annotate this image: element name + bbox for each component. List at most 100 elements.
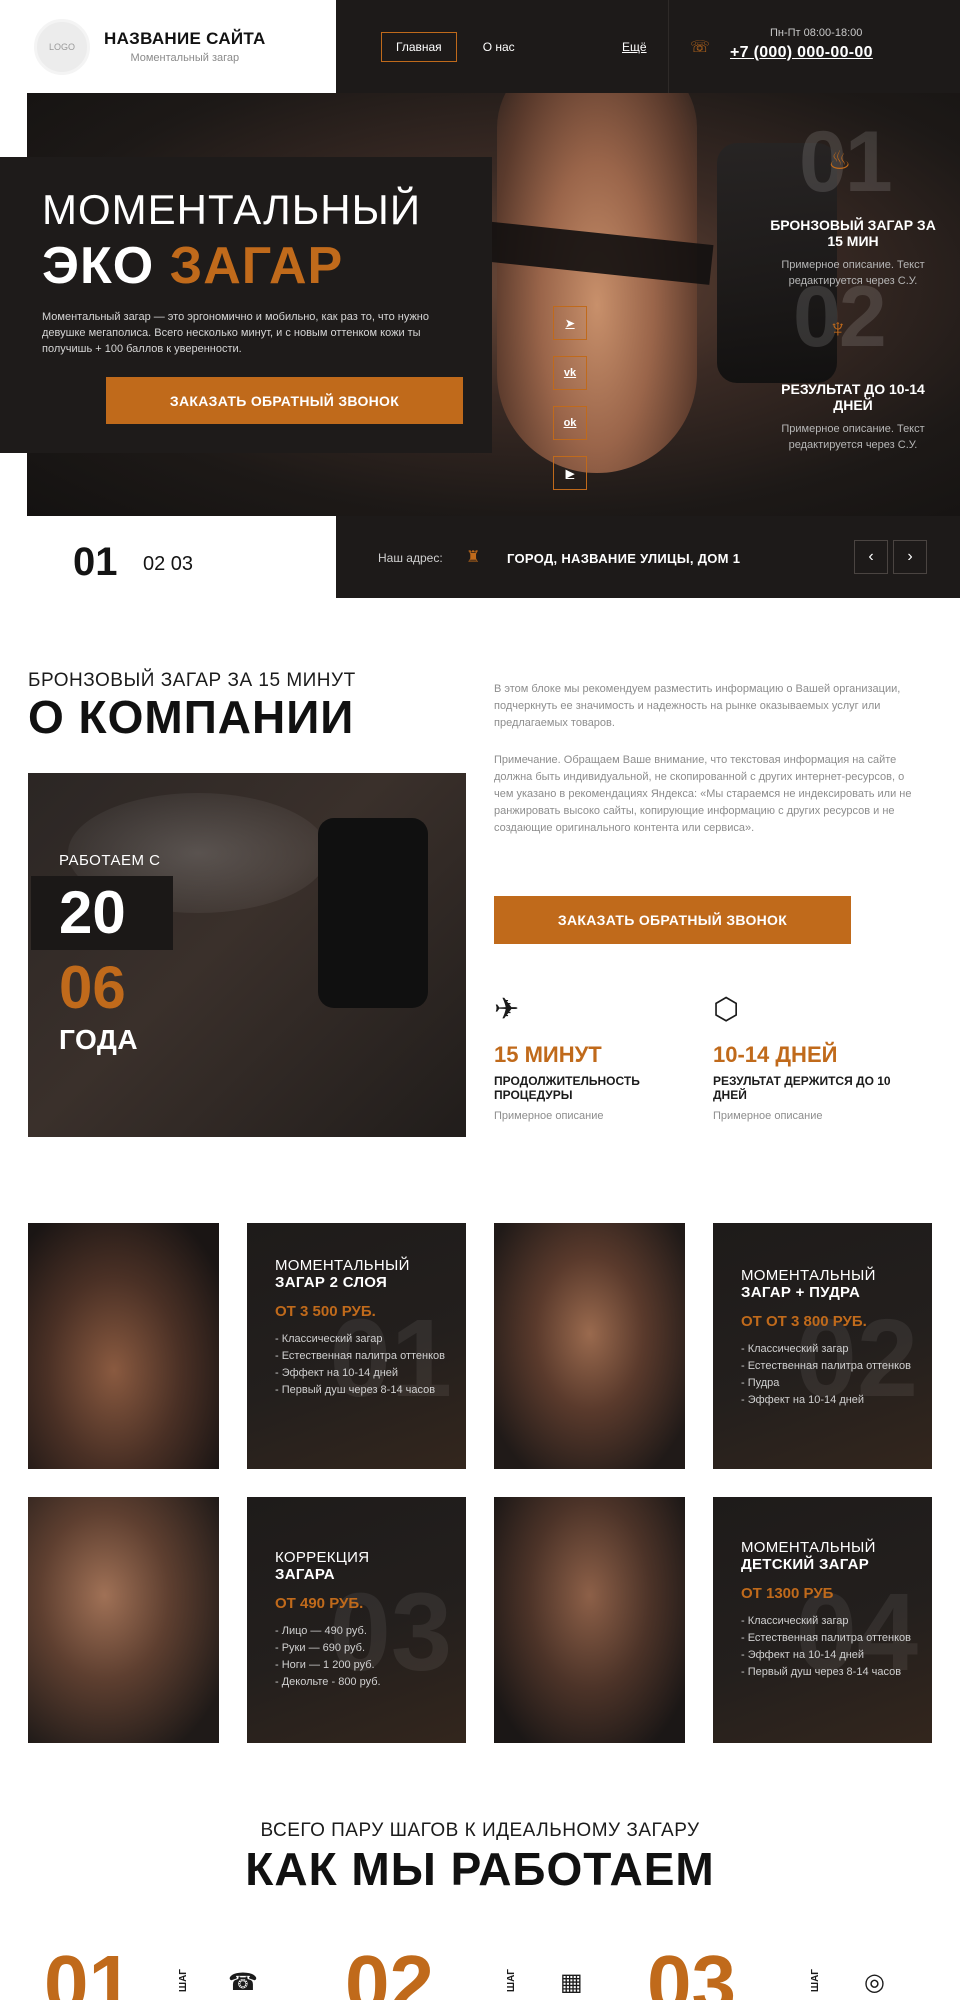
nav-home[interactable]: Главная [381, 31, 457, 62]
nav-about[interactable]: О нас [483, 40, 515, 54]
slider-next-button[interactable]: › [893, 540, 927, 574]
stat-title: РЕЗУЛЬТАТ ДЕРЖИТСЯ ДО 10 ДНЕЙ [713, 1074, 891, 1102]
stat-duration: ✈ 15 МИНУТ ПРОДОЛЖИТЕЛЬНОСТЬ ПРОЦЕДУРЫ П… [494, 992, 694, 1122]
price-card-price: ОТ 490 РУБ. [275, 1595, 364, 1612]
list-item: - Естественная палитра оттенков [275, 1350, 446, 1362]
about-subtitle: БРОНЗОВЫЙ ЗАГАР ЗА 15 МИНУТ [28, 670, 356, 691]
about-callback-button[interactable]: ЗАКАЗАТЬ ОБРАТНЫЙ ЗВОНОК [494, 896, 851, 944]
price-card[interactable]: 04 МОМЕНТАЛЬНЫЙ ДЕТСКИЙ ЗАГАР ОТ 1300 РУ… [713, 1497, 932, 1743]
about-paragraph-2: Примечание. Обращаем Ваше внимание, что … [494, 754, 912, 834]
list-item: - Классический загар [741, 1615, 849, 1627]
slider-bar: 01 02 03 Наш адрес: ♜ ГОРОД, НАЗВАНИЕ УЛ… [0, 516, 960, 598]
year-part-2: 06 [59, 954, 126, 1021]
list-item: - Эффект на 10-14 дней [275, 1367, 399, 1379]
list-item: - Эффект на 10-14 дней [741, 1394, 865, 1406]
list-item: - Пудра [741, 1377, 780, 1389]
candle-icon: ♆ [828, 313, 848, 343]
price-card-price: ОТ ОТ 3 800 РУБ. [741, 1313, 867, 1330]
address-text: ГОРОД, НАЗВАНИЕ УЛИЦЫ, ДОМ 1 [507, 551, 741, 566]
stat-result: ⬡ 10-14 ДНЕЙ РЕЗУЛЬТАТ ДЕРЖИТСЯ ДО 10 ДН… [713, 992, 913, 1122]
phone-icon: ☎ [228, 1969, 258, 1996]
slider-prev-button[interactable]: ‹ [854, 540, 888, 574]
stat-desc: Примерное описание [494, 1110, 604, 1122]
feature-title: БРОНЗОВЫЙ ЗАГАР ЗА 15 МИН [770, 217, 936, 249]
brand-text: НАЗВАНИЕ САЙТА Моментальный загар [104, 29, 266, 64]
step-number: 03 [647, 1939, 736, 2000]
slide-current[interactable]: 01 [73, 540, 118, 585]
year-suffix: ГОДА [59, 1024, 139, 1055]
price-card[interactable]: 03 КОРРЕКЦИЯ ЗАГАРА ОТ 490 РУБ. - Лицо —… [247, 1497, 466, 1743]
about-title: О КОМПАНИИ [28, 691, 355, 743]
step-label: ШАГ [809, 1969, 821, 1992]
hero-description: Моментальный загар — это эргономично и м… [42, 311, 430, 355]
map-pin-icon: ♜ [466, 549, 481, 566]
hero-title-line1: МОМЕНТАЛЬНЫЙ [42, 186, 422, 233]
list-item: - Первый душ через 8-14 часов [275, 1384, 436, 1396]
telegram-icon[interactable]: ➤ [553, 306, 587, 340]
hero-title-tan: ЗАГАР [169, 237, 344, 295]
price-card-title-bold: ЗАГАР 2 СЛОЯ [275, 1274, 388, 1291]
list-item: - Эффект на 10-14 дней [741, 1649, 865, 1661]
step-number: 02 [345, 1939, 434, 2000]
calendar-icon: ▦ [560, 1969, 583, 1996]
list-item: - Декольте - 800 руб. [275, 1676, 381, 1688]
spray-gun-icon: ✈ [494, 993, 520, 1026]
price-card-features: - Классический загар - Естественная пали… [741, 1341, 911, 1409]
price-card-title: КОРРЕКЦИЯ [275, 1549, 370, 1566]
price-card-title-bold: ЗАГАРА [275, 1566, 335, 1583]
list-item: - Классический загар [275, 1333, 383, 1345]
list-item: - Естественная палитра оттенков [741, 1360, 912, 1372]
list-item: - Лицо — 490 руб. [275, 1625, 367, 1637]
address-bar: Наш адрес: ♜ ГОРОД, НАЗВАНИЕ УЛИЦЫ, ДОМ … [336, 516, 960, 598]
price-card-title: МОМЕНТАЛЬНЫЙ [741, 1267, 876, 1284]
header-brand: LOGO НАЗВАНИЕ САЙТА Моментальный загар [0, 0, 336, 93]
about-photo-spray-gun [318, 818, 428, 1008]
price-card-title-bold: ДЕТСКИЙ ЗАГАР [741, 1556, 870, 1573]
price-card[interactable]: 02 МОМЕНТАЛЬНЫЙ ЗАГАР + ПУДРА ОТ ОТ 3 80… [713, 1223, 932, 1469]
logo[interactable]: LOGO [34, 18, 90, 75]
stat-value: 15 МИНУТ [494, 1042, 602, 1067]
price-card-features: - Лицо — 490 руб. - Руки — 690 руб. - Но… [275, 1623, 445, 1691]
main-nav: Главная О нас [381, 31, 515, 62]
header-bar: Главная О нас Ещё ☏ Пн-Пт 08:00-18:00 +7… [336, 0, 960, 93]
feature-title: РЕЗУЛЬТАТ ДО 10-14 ДНЕЙ [781, 381, 925, 413]
price-card[interactable]: 01 МОМЕНТАЛЬНЫЙ ЗАГАР 2 СЛОЯ ОТ 3 500 РУ… [247, 1223, 466, 1469]
site-tagline: Моментальный загар [130, 52, 240, 64]
price-card-title: МОМЕНТАЛЬНЫЙ [741, 1539, 876, 1556]
social-links: ➤ vk ok ▶ [553, 306, 587, 490]
list-item: - Руки — 690 руб. [275, 1642, 366, 1654]
price-card-price: ОТ 3 500 РУБ. [275, 1303, 376, 1320]
site-name: НАЗВАНИЕ САЙТА [104, 29, 266, 48]
list-item: - Классический загар [741, 1343, 849, 1355]
price-card-price: ОТ 1300 РУБ [741, 1585, 834, 1602]
vk-icon[interactable]: vk [553, 356, 587, 390]
year-part-1: 20 [59, 879, 126, 946]
hero-feature-2: РЕЗУЛЬТАТ ДО 10-14 ДНЕЙ Примерное описан… [763, 381, 943, 453]
working-hours: Пн-Пт 08:00-18:00 [770, 27, 863, 39]
list-item: - Первый душ через 8-14 часов [741, 1666, 902, 1678]
site-header: LOGO НАЗВАНИЕ САЙТА Моментальный загар Г… [0, 0, 960, 93]
odnoklassniki-icon[interactable]: ok [553, 406, 587, 440]
hero-title-line2: ЭКО ЗАГАР [42, 236, 343, 296]
youtube-icon[interactable]: ▶ [553, 456, 587, 490]
slide-rest[interactable]: 02 03 [143, 553, 193, 576]
address-label: Наш адрес: [378, 551, 443, 565]
price-card-features: - Классический загар - Естественная пали… [275, 1331, 445, 1399]
how-title: КАК МЫ РАБОТАЕМ [245, 1843, 715, 1895]
price-photo [494, 1497, 685, 1743]
hexagons-icon: ⬡ [713, 993, 740, 1026]
phone-icon: ☏ [690, 39, 711, 56]
price-card-features: - Классический загар - Естественная пали… [741, 1613, 911, 1681]
price-card-title-bold: ЗАГАР + ПУДРА [741, 1284, 861, 1301]
phone-number[interactable]: +7 (000) 000-00-00 [730, 44, 873, 62]
price-card-title: МОМЕНТАЛЬНЫЙ [275, 1257, 410, 1274]
bottle-icon: ♨ [828, 145, 852, 175]
stat-desc: Примерное описание [713, 1110, 823, 1122]
feature-desc: Примерное описание. Текст редактируется … [781, 423, 925, 451]
header-divider [668, 0, 669, 93]
hero-callback-button[interactable]: ЗАКАЗАТЬ ОБРАТНЫЙ ЗВОНОК [106, 377, 463, 424]
about-paragraph-1: В этом блоке мы рекомендуем разместить и… [494, 683, 901, 729]
hero-photo-figure [497, 93, 697, 473]
step-label: ШАГ [177, 1969, 189, 1992]
nav-more[interactable]: Ещё [622, 40, 647, 54]
